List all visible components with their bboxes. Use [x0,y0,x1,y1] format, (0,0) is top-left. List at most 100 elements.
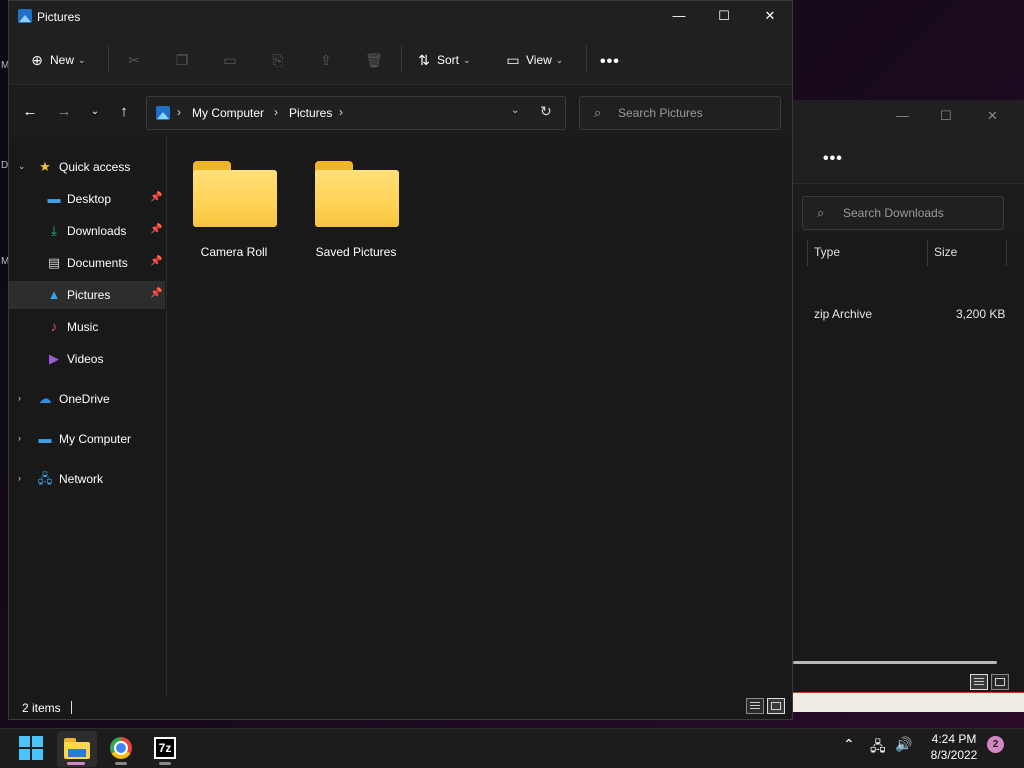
breadcrumb-my-computer[interactable]: My Computer [192,106,264,120]
rename-icon[interactable]: ⎘ [269,51,287,69]
downloads-titlebar[interactable]: — ☐ ✕ [793,100,1024,132]
breadcrumb-separator[interactable]: › [177,105,181,119]
running-indicator [159,762,171,765]
large-icons-view-button[interactable] [767,698,785,714]
share-icon[interactable]: ⇪ [317,51,335,69]
column-divider[interactable] [1006,240,1007,266]
nav-item-quick-access[interactable]: ⌄ ★ Quick access [9,153,165,181]
nav-item-desktop[interactable]: ▬ Desktop 📌 [9,185,165,213]
nav-item-music[interactable]: ♪ Music [9,313,165,341]
chevron-right-icon[interactable]: › [18,473,21,483]
more-options-button[interactable]: ••• [823,150,843,168]
nav-item-videos[interactable]: ▶ Videos [9,345,165,373]
more-options-button[interactable]: ••• [600,53,620,71]
file-size-cell[interactable]: 3,200 KB [956,307,1005,321]
details-view-button[interactable] [970,674,988,690]
taskbar-file-explorer[interactable] [57,731,97,767]
pin-icon[interactable]: 📌 [150,192,162,203]
nav-item-downloads[interactable]: ⤓ Downloads 📌 [9,217,165,245]
address-history-dropdown[interactable]: ⌄ [511,105,519,116]
view-button[interactable]: ▭ View ⌄ [504,47,563,71]
volume-icon[interactable]: 🔊 [895,736,912,753]
copy-icon[interactable]: ❐ [173,51,191,69]
column-header-size[interactable]: Size [934,245,957,259]
address-bar[interactable]: › My Computer › Pictures › ⌄ ↻ [146,96,566,130]
view-icon: ▭ [506,51,520,68]
chevron-down-icon[interactable]: ⌄ [18,161,26,172]
titlebar[interactable]: Pictures — ☐ ✕ [9,1,792,33]
folder-item[interactable]: Camera Roll [169,161,279,271]
refresh-icon[interactable]: ↻ [540,103,552,120]
close-button[interactable]: ✕ [987,108,998,124]
7zip-icon: 7z [154,737,176,759]
chevron-right-icon[interactable]: › [18,393,21,403]
delete-icon[interactable]: 🗑 [365,51,383,69]
nav-item-onedrive[interactable]: › ☁ OneDrive [9,385,165,413]
star-icon: ★ [39,159,51,174]
file-type-cell[interactable]: zip Archive [814,307,872,321]
nav-item-my-computer[interactable]: › ▬ My Computer [9,425,165,453]
new-button[interactable]: ⊕ New ⌄ [28,47,85,71]
close-button[interactable]: ✕ [755,5,785,27]
folder-icon [193,161,277,227]
cut-icon[interactable]: ✂ [125,51,143,69]
taskbar-chrome[interactable] [101,731,141,767]
minimize-button[interactable]: — [896,108,909,123]
nav-item-pictures[interactable]: ▲ Pictures 📌 [9,281,165,309]
computer-icon: ▬ [38,431,52,446]
breadcrumb-separator[interactable]: › [274,105,278,119]
running-indicator [115,762,127,765]
videos-icon: ▶ [49,351,59,366]
folder-icon [315,161,399,227]
pictures-icon: ▲ [47,287,61,302]
column-header-type[interactable]: Type [814,245,840,259]
search-icon: ⌕ [594,105,602,120]
recent-locations-button[interactable]: ⌄ [84,101,106,123]
chevron-down-icon: ⌄ [555,54,564,65]
background-app-strip-bottom [793,692,1024,712]
paste-icon[interactable]: ▭ [221,51,239,69]
search-icon: ⌕ [817,205,825,220]
sort-icon: ⇅ [418,51,430,68]
minimize-button[interactable]: — [664,5,694,27]
back-button[interactable]: ← [19,101,41,123]
system-clock[interactable]: 4:24 PM 8/3/2022 [922,729,986,763]
chevron-down-icon: ⌄ [463,54,471,65]
large-icons-view-button[interactable] [991,674,1009,690]
view-switcher [970,674,1012,693]
pin-icon[interactable]: 📌 [150,224,162,235]
forward-button[interactable]: → [53,101,75,123]
running-indicator [67,762,85,765]
pin-icon[interactable]: 📌 [150,256,162,267]
pin-icon[interactable]: 📌 [150,288,162,299]
downloads-window[interactable]: — ☐ ✕ ••• ⌕ Search Downloads Type Size z… [793,100,1024,692]
details-view-button[interactable] [746,698,764,714]
plus-circle-icon: ⊕ [31,51,43,68]
folder-label: Saved Pictures [315,245,397,259]
downloads-toolbar: ••• [793,132,1024,184]
desktop-icon: ▬ [47,191,61,206]
chevron-up-icon[interactable]: ⌃ [843,736,855,753]
start-button[interactable] [10,731,50,767]
chevron-right-icon[interactable]: › [18,433,21,443]
maximize-button[interactable]: ☐ [940,108,952,124]
notification-badge[interactable]: 2 [987,736,1004,753]
nav-item-documents[interactable]: ▤ Documents 📌 [9,249,165,277]
toolbar-divider [401,45,402,73]
column-divider[interactable] [927,240,928,266]
network-status-icon[interactable]: 🖧 [870,736,886,760]
search-input[interactable] [618,105,768,121]
downloads-search-input[interactable]: ⌕ Search Downloads [802,196,1004,230]
search-box[interactable]: ⌕ [579,96,781,130]
up-button[interactable]: ↑ [113,101,135,123]
breadcrumb-separator[interactable]: › [339,105,343,119]
view-switcher [746,698,788,717]
sort-button[interactable]: ⇅ Sort ⌄ [415,47,471,71]
file-explorer-window[interactable]: Pictures — ☐ ✕ ⊕ New ⌄ ✂ ❐ ▭ ⎘ ⇪ 🗑 ⇅ Sort ⌄ … [8,0,793,720]
breadcrumb-pictures[interactable]: Pictures [289,106,332,120]
folder-item[interactable]: Saved Pictures [291,161,401,271]
horizontal-scrollbar[interactable] [793,661,997,664]
nav-item-network[interactable]: › 🖧 Network [9,465,165,493]
taskbar-7zip[interactable]: 7z [145,731,185,767]
maximize-button[interactable]: ☐ [709,5,739,27]
